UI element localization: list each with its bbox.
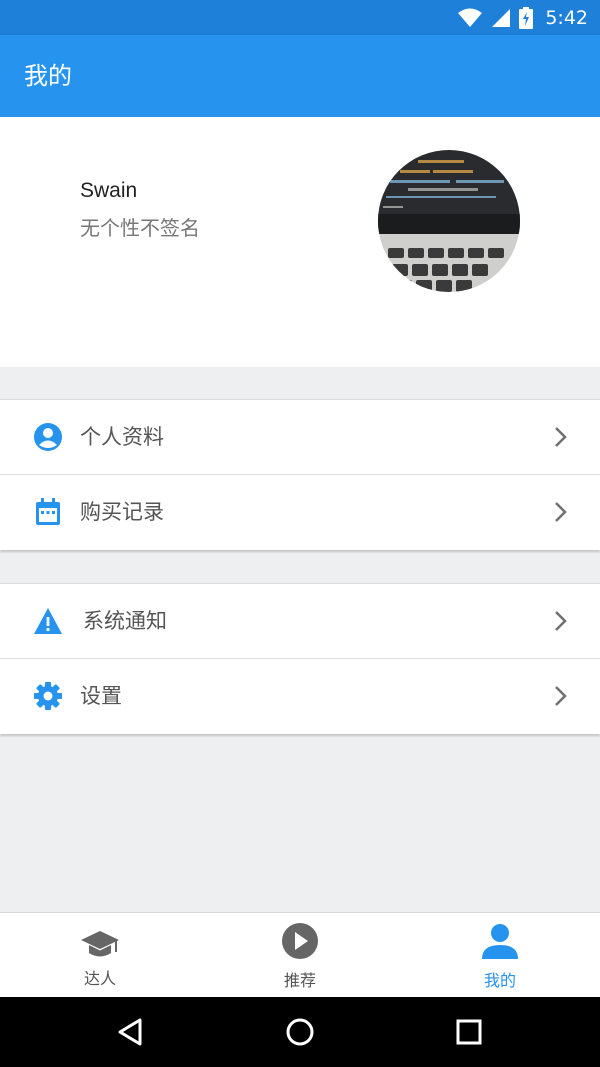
menu-item-notifications[interactable]: 系统通知 (0, 584, 600, 659)
avatar[interactable] (378, 150, 520, 292)
chevron-right-icon (555, 611, 567, 631)
menu-item-settings[interactable]: 设置 (0, 659, 600, 734)
menu-group-system: 系统通知 设置 (0, 583, 600, 734)
menu-group-account: 个人资料 购买记录 (0, 399, 600, 550)
gear-icon (34, 682, 62, 710)
graduation-cap-icon (81, 931, 119, 957)
chevron-right-icon (555, 502, 567, 522)
page-title: 我的 (24, 62, 72, 90)
profile-header[interactable]: Swain 无个性不签名 (0, 117, 600, 367)
menu-item-purchases[interactable]: 购买记录 (0, 475, 600, 550)
chevron-right-icon (555, 427, 567, 447)
tab-label: 推荐 (283, 971, 316, 990)
tab-experts[interactable]: 达人 (0, 913, 200, 998)
tab-label: 我的 (483, 971, 516, 990)
chevron-right-icon (555, 686, 567, 706)
recents-icon[interactable] (449, 1012, 489, 1052)
avatar-photo (378, 150, 520, 292)
bottom-tab-bar: 达人 推荐 我的 (0, 912, 600, 997)
app-bar: 我的 (0, 35, 600, 117)
play-circle-icon (282, 923, 318, 959)
home-icon[interactable] (280, 1012, 320, 1052)
menu-item-label: 购买记录 (80, 500, 164, 524)
wifi-icon (458, 8, 483, 27)
calendar-icon (36, 498, 60, 525)
warning-icon (34, 608, 62, 634)
menu-item-profile[interactable]: 个人资料 (0, 400, 600, 475)
tab-recommend[interactable]: 推荐 (200, 913, 400, 998)
menu-item-label: 设置 (80, 684, 122, 708)
back-icon[interactable] (111, 1012, 151, 1052)
menu-item-label: 个人资料 (80, 425, 164, 449)
status-bar: 5:42 (0, 0, 600, 35)
account-circle-icon (34, 423, 62, 451)
status-icons: 5:42 (457, 0, 588, 35)
cellular-signal-icon (492, 8, 511, 27)
tab-mine[interactable]: 我的 (400, 913, 600, 998)
battery-charging-icon (519, 6, 534, 29)
system-nav-bar (0, 997, 600, 1067)
menu-item-label: 系统通知 (83, 609, 167, 633)
person-icon (482, 924, 518, 959)
tab-label: 达人 (83, 969, 116, 988)
profile-signature: 无个性不签名 (80, 216, 200, 240)
profile-name: Swain (80, 179, 138, 202)
status-time: 5:42 (545, 6, 588, 29)
